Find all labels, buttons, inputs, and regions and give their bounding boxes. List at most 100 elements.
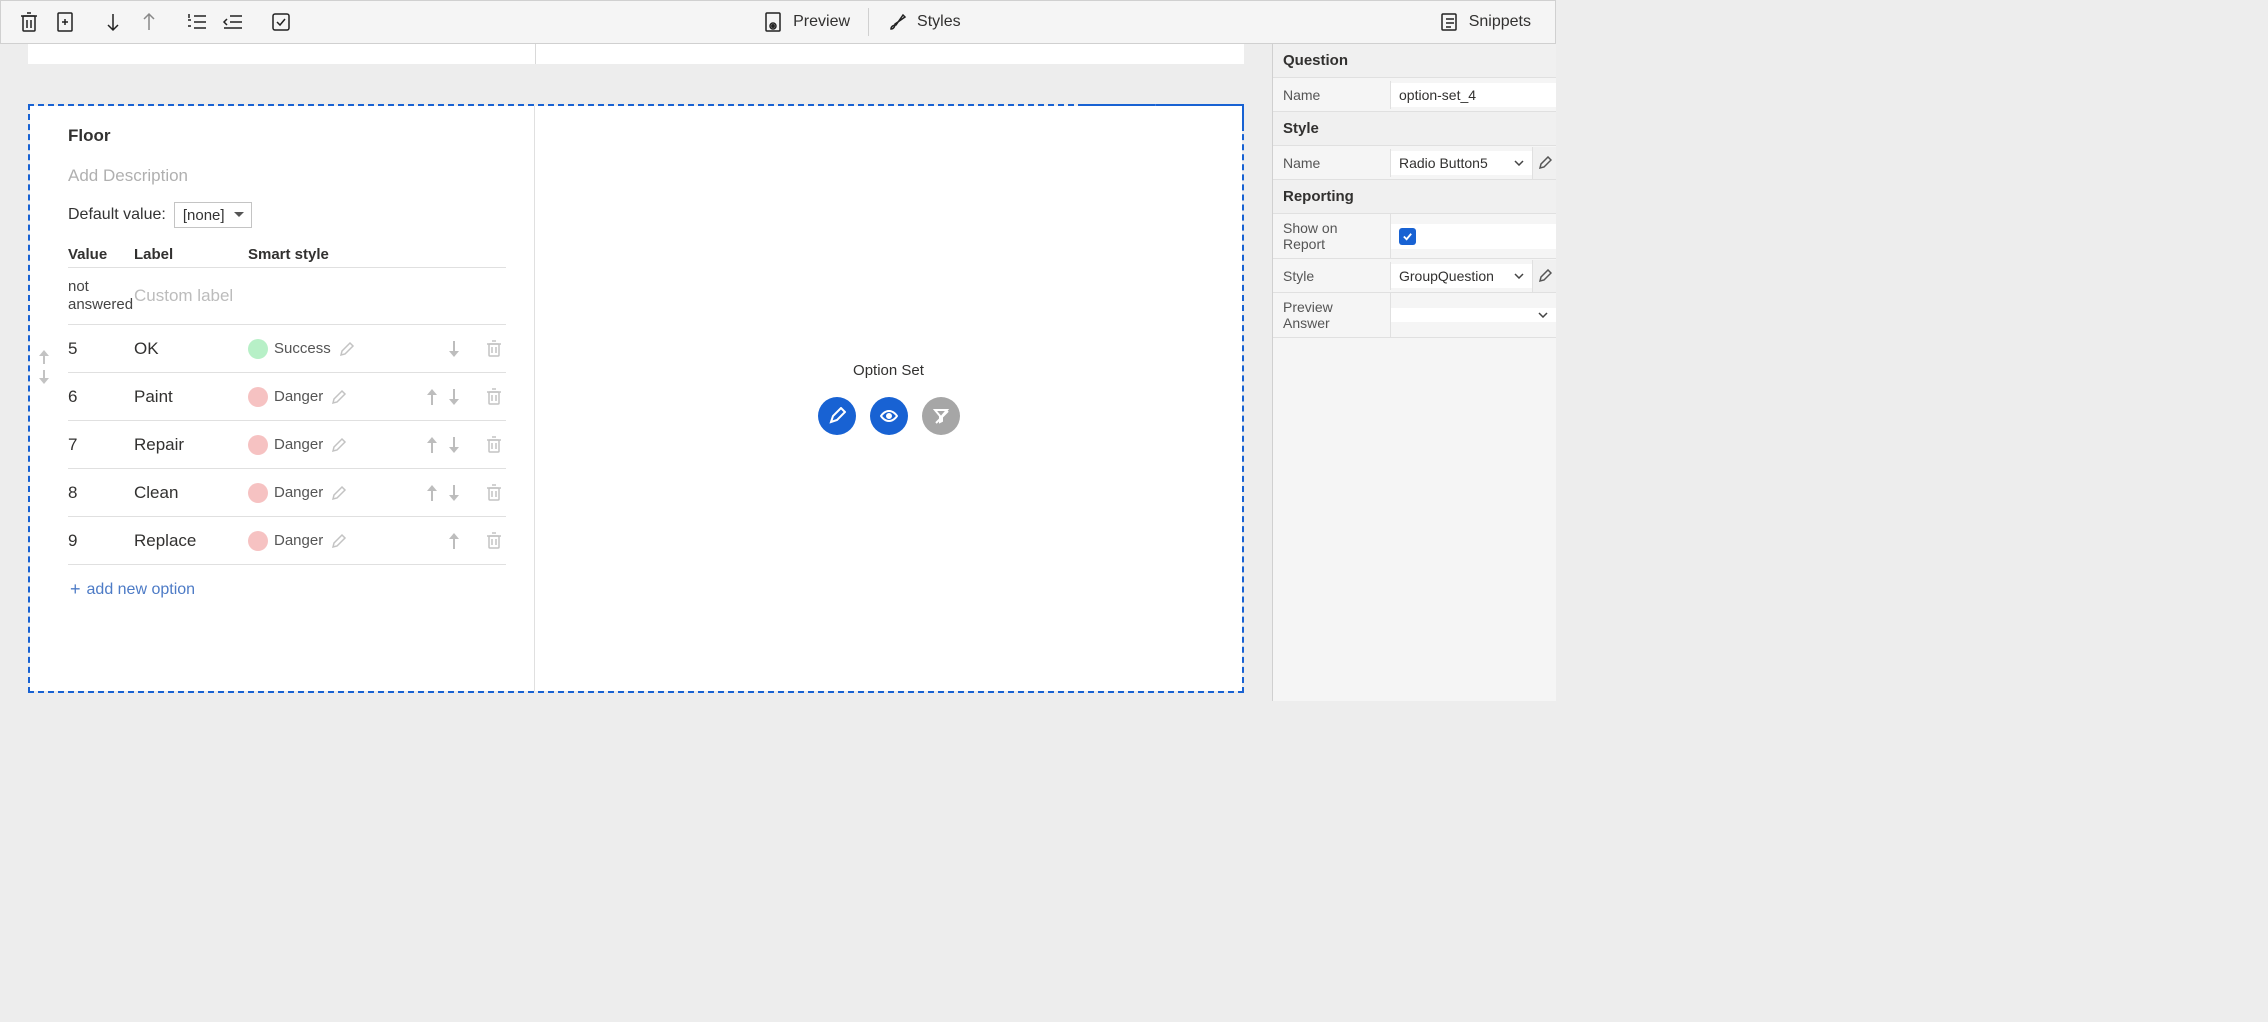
option-row[interactable]: 8CleanDanger [68,469,506,517]
prop-name-label: Name [1273,81,1391,109]
preview-option-set-button[interactable] [870,397,908,435]
arrow-up-icon[interactable] [426,437,438,453]
prev-question-edge [28,44,1244,64]
option-row[interactable]: 6PaintDanger [68,373,506,421]
eye-icon [880,407,898,425]
prop-rep-style-select[interactable]: GroupQuestion [1391,264,1532,288]
edit-option-set-button[interactable] [818,397,856,435]
props-question-header: Question [1273,44,1556,78]
page-plus-icon [55,11,75,33]
move-down-button[interactable] [95,4,131,40]
option-style: Danger [248,531,448,551]
preview-button[interactable]: Preview [749,0,864,44]
outdent-button[interactable] [215,4,251,40]
prop-style-name-select[interactable]: Radio Button5 [1391,151,1532,175]
move-up-button[interactable] [131,4,167,40]
prop-preview-answer-row: Preview Answer [1273,293,1556,338]
filter-slash-icon [932,407,950,425]
prop-show-on-report-label: Show on Report [1273,214,1391,258]
prop-show-on-report-value[interactable] [1391,224,1556,249]
chevron-down-icon [1514,273,1524,279]
question-editor: Floor Add Description Default value: [no… [30,106,535,691]
pencil-icon[interactable] [331,437,347,453]
reorder-down-icon[interactable] [38,370,50,384]
option-style-text: Danger [274,484,323,501]
style-dot [248,531,268,551]
col-style: Smart style [248,246,506,263]
outdent-icon [222,13,244,31]
prop-rep-style-label: Style [1273,262,1391,290]
delete-button[interactable] [11,4,47,40]
new-page-button[interactable] [47,4,83,40]
selected-question[interactable]: Clone Remove [28,104,1244,693]
preview-icon [763,11,785,33]
add-option-button[interactable]: + add new option [68,579,506,600]
option-style: Success [248,339,448,359]
filter-option-set-button[interactable] [922,397,960,435]
default-value-label: Default value: [68,206,166,224]
trash-icon[interactable] [486,436,502,454]
snippets-button[interactable]: Snippets [1425,0,1545,44]
option-style: Danger [248,387,426,407]
styles-label: Styles [917,13,961,31]
prev-divider [535,44,536,64]
col-label: Label [134,246,248,263]
toolbar-center: Preview Styles [749,0,974,44]
option-set-actions [818,397,960,435]
reorder-up-icon[interactable] [38,350,50,364]
prop-preview-answer-select[interactable] [1391,308,1556,322]
pencil-icon[interactable] [339,341,355,357]
chevron-down-icon [1514,160,1524,166]
option-label: OK [134,339,248,359]
trash-icon[interactable] [486,340,502,358]
arrow-down-icon[interactable] [448,389,460,405]
arrow-down-icon [106,12,120,32]
options-header: Value Label Smart style [68,242,506,267]
trash-icon[interactable] [486,388,502,406]
trash-icon[interactable] [486,532,502,550]
option-style: Danger [248,483,426,503]
list-button[interactable] [179,4,215,40]
option-actions [426,484,506,502]
options-table: not answered Custom label 5OKSuccess6Pai… [68,267,506,565]
plus-icon: + [70,579,81,600]
option-value: 7 [68,435,134,455]
default-value-select[interactable]: [none] [174,202,252,228]
numbered-list-icon [186,13,208,31]
canvas[interactable]: Clone Remove [0,44,1272,701]
edit-style-button[interactable] [1532,147,1556,179]
arrow-down-icon[interactable] [448,485,460,501]
option-row[interactable]: 5OKSuccess [68,325,506,373]
trash-icon[interactable] [486,484,502,502]
toolbar: Preview Styles Snippets [0,0,1556,44]
styles-button[interactable]: Styles [873,0,975,44]
arrow-down-icon[interactable] [448,341,460,357]
checkbox-button[interactable] [263,4,299,40]
pencil-icon[interactable] [331,389,347,405]
arrow-up-icon[interactable] [426,389,438,405]
pencil-icon[interactable] [331,485,347,501]
checkbox-icon [271,12,291,32]
pencil-icon[interactable] [331,533,347,549]
option-row[interactable]: 9ReplaceDanger [68,517,506,565]
arrow-up-icon[interactable] [448,533,460,549]
props-reporting-header: Reporting [1273,180,1556,214]
arrow-down-icon[interactable] [448,437,460,453]
option-value: 6 [68,387,134,407]
option-row[interactable]: 7RepairDanger [68,421,506,469]
not-answered-row[interactable]: not answered Custom label [68,268,506,325]
checkbox-checked-icon [1399,228,1416,245]
prop-preview-answer-label: Preview Answer [1273,293,1391,337]
option-value: 9 [68,531,134,551]
arrow-up-icon [142,12,156,32]
prop-name-value[interactable]: option-set_4 [1391,83,1556,107]
style-dot [248,339,268,359]
arrow-up-icon[interactable] [426,485,438,501]
question-title[interactable]: Floor [68,126,506,146]
option-style-text: Danger [274,388,323,405]
edit-rep-style-button[interactable] [1532,260,1556,292]
description-placeholder[interactable]: Add Description [68,166,506,186]
option-style-text: Danger [274,532,323,549]
option-style-text: Success [274,340,331,357]
pencil-icon [1538,156,1552,170]
